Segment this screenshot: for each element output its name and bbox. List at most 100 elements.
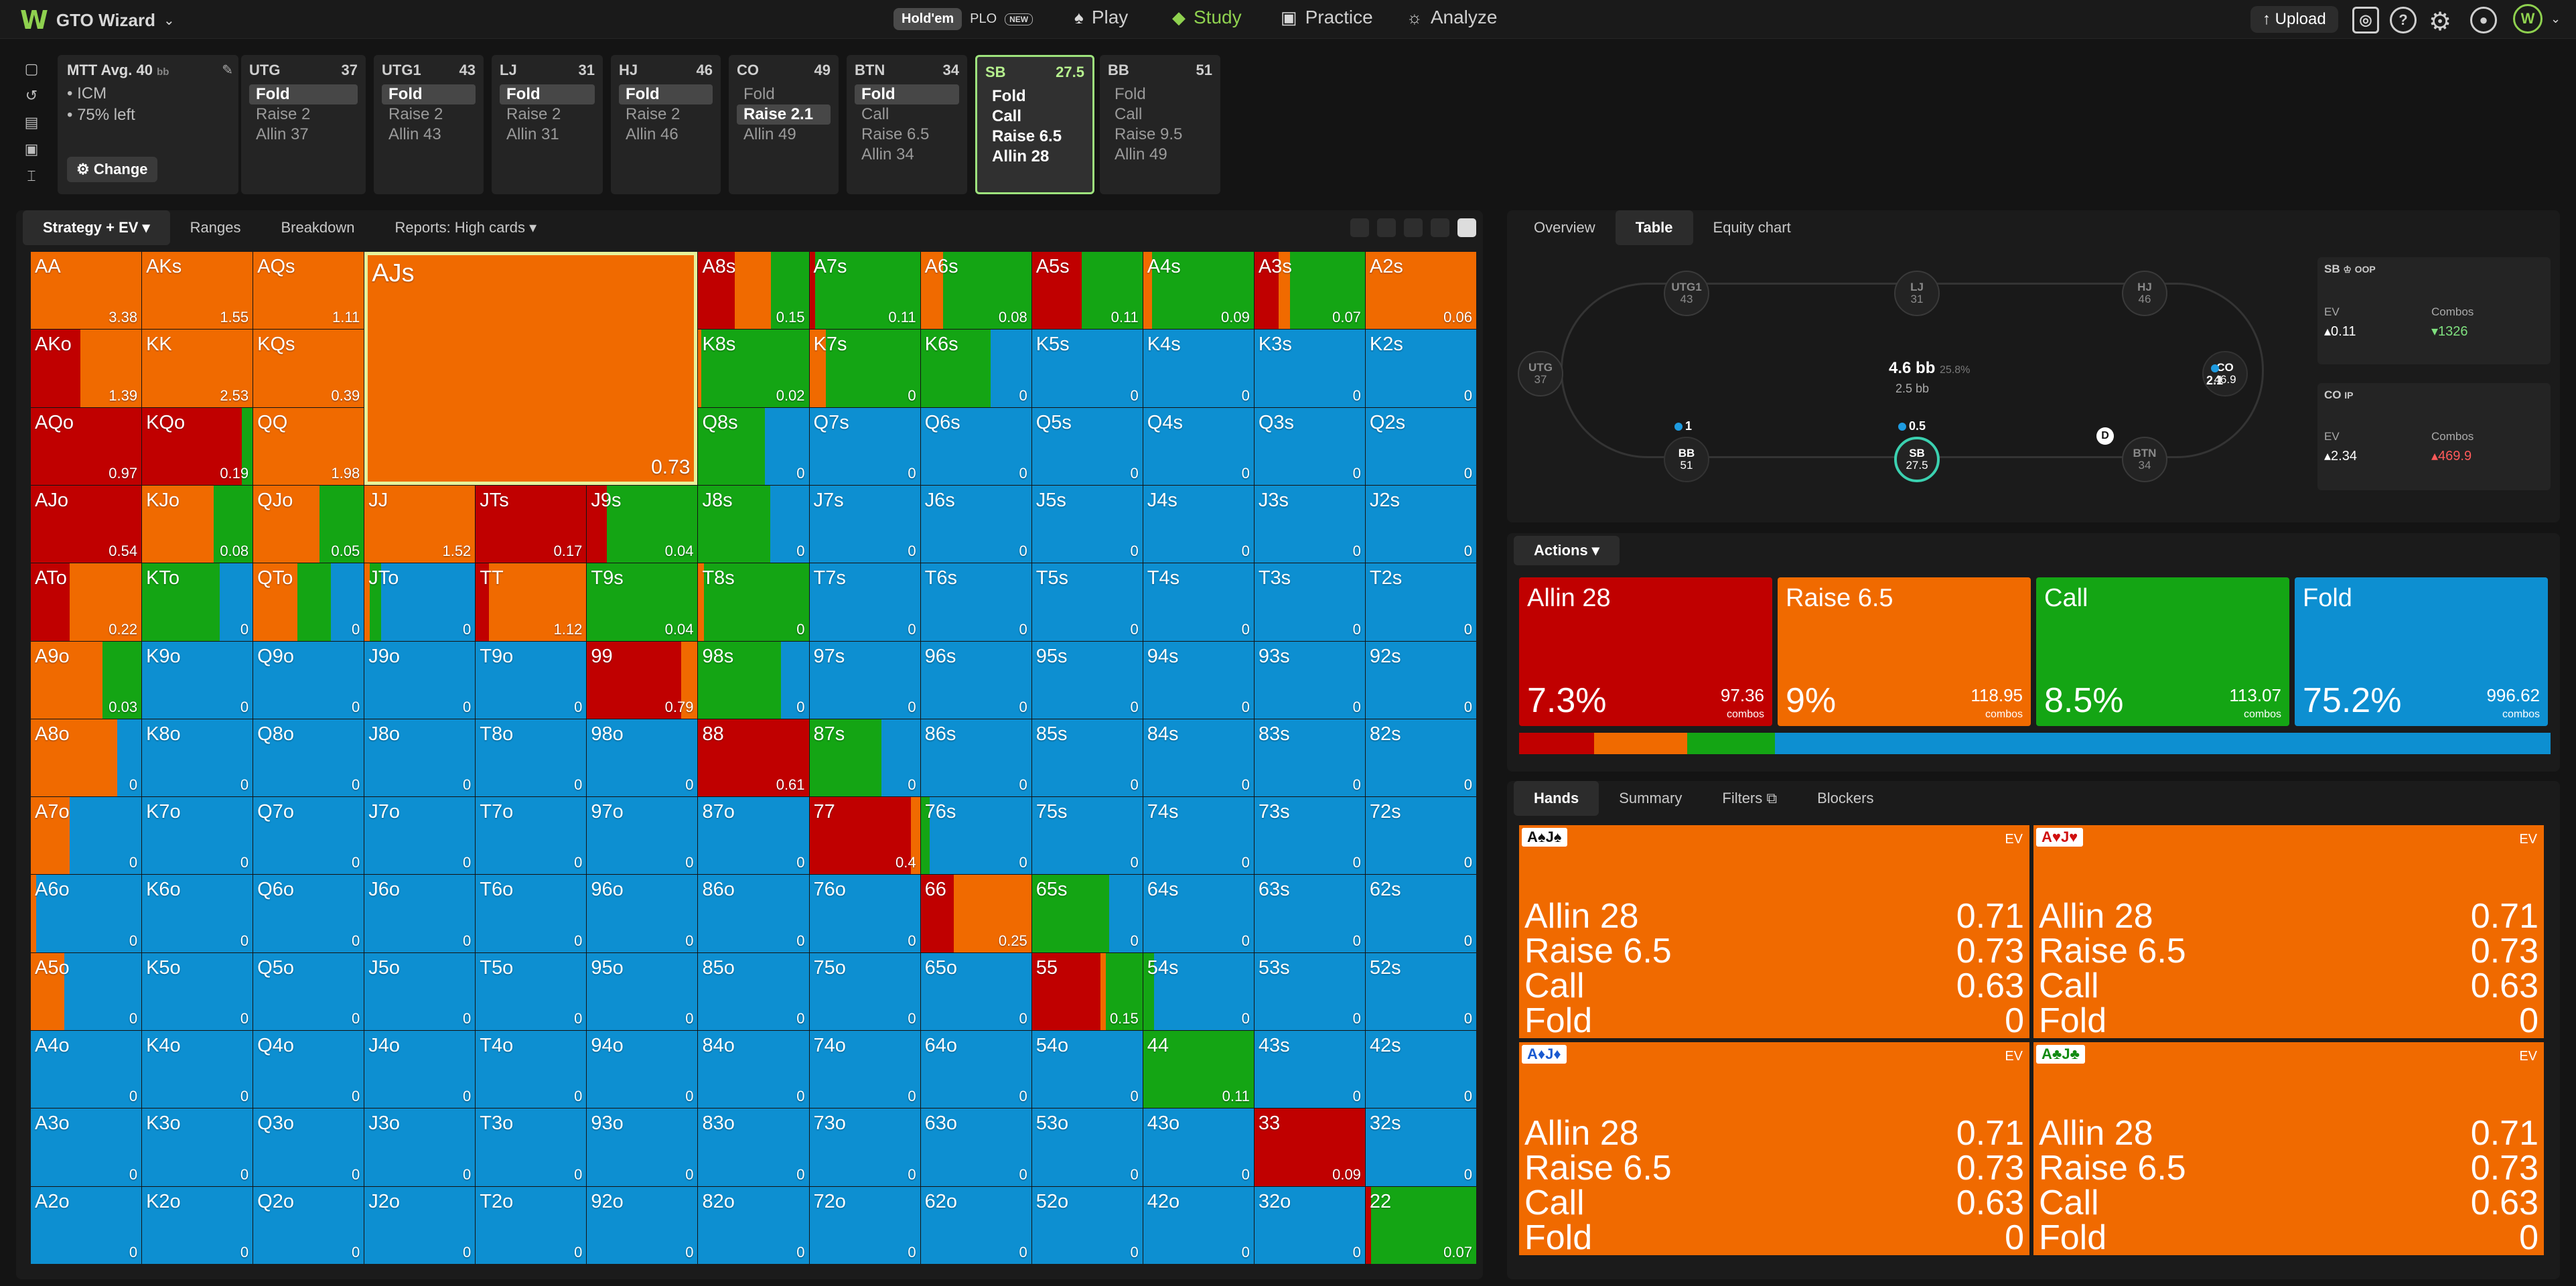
hand-cell-74s[interactable]: 74s 0 [1143, 797, 1254, 875]
hand-cell-a8o[interactable]: A8o 0 [31, 719, 142, 797]
position-action[interactable]: Allin 43 [382, 125, 476, 145]
hand-cell-k6s[interactable]: K6s 0 [920, 330, 1031, 407]
hand-cell-85s[interactable]: 85s 0 [1031, 719, 1143, 797]
hand-cell-k5s[interactable]: K5s 0 [1031, 330, 1143, 407]
hand-cell-66[interactable]: 66 0.25 [920, 875, 1031, 952]
hand-cell-k7s[interactable]: K7s 0 [809, 330, 920, 407]
actions-dropdown[interactable]: Actions ▾ [1514, 536, 1620, 565]
hand-cell-a4s[interactable]: A4s 0.09 [1143, 252, 1254, 330]
hand-combo-card[interactable]: A♠J♠ EV Allin 28 0.71 Raise 6.5 0.73 Call 0.63 F… [1519, 825, 2029, 1038]
position-action[interactable]: Raise 2 [249, 104, 358, 125]
hand-cell-q2o[interactable]: Q2o 0 [253, 1186, 364, 1264]
hand-cell-t9s[interactable]: T9s 0.04 [587, 563, 698, 641]
tab-strategy-ev[interactable]: Strategy + EV ▾ [23, 210, 170, 245]
hand-cell-t7s[interactable]: T7s 0 [809, 563, 920, 641]
hand-cell-t2o[interactable]: T2o 0 [476, 1186, 587, 1264]
position-action[interactable]: Fold [500, 84, 595, 104]
hand-cell-76o[interactable]: 76o 0 [809, 875, 920, 952]
hand-cell-22[interactable]: 22 0.07 [1365, 1186, 1476, 1264]
hand-cell-t2s[interactable]: T2s 0 [1365, 563, 1476, 641]
hand-cell-j9s[interactable]: J9s 0.04 [587, 485, 698, 563]
position-action[interactable]: Call [1108, 104, 1212, 125]
position-card-co[interactable]: CO 49 Fold Raise 2.1 Allin 49 [729, 55, 839, 194]
hand-cell-a2s[interactable]: A2s 0.06 [1365, 252, 1476, 330]
hand-cell-75s[interactable]: 75s 0 [1031, 797, 1143, 875]
hand-cell-94s[interactable]: 94s 0 [1143, 641, 1254, 719]
hand-cell-q9o[interactable]: Q9o 0 [253, 641, 364, 719]
hand-cell-a3o[interactable]: A3o 0 [31, 1109, 142, 1186]
position-action[interactable]: Call [985, 106, 1084, 127]
position-card-utg1[interactable]: UTG1 43 Fold Raise 2 Allin 43 [374, 55, 484, 194]
hand-cell-73o[interactable]: 73o 0 [809, 1109, 920, 1186]
hand-cell-jts[interactable]: JTs 0.17 [476, 485, 587, 563]
hand-cell-t6s[interactable]: T6s 0 [920, 563, 1031, 641]
help-icon[interactable]: ? [2390, 7, 2417, 33]
hand-cell-q5o[interactable]: Q5o 0 [253, 952, 364, 1031]
position-action[interactable]: Raise 2 [382, 104, 476, 125]
hand-cell-72s[interactable]: 72s 0 [1365, 797, 1476, 875]
position-card-lj[interactable]: LJ 31 Fold Raise 2 Allin 31 [492, 55, 603, 194]
hand-cell-q4s[interactable]: Q4s 0 [1143, 407, 1254, 485]
hand-cell-k4o[interactable]: K4o 0 [142, 1031, 253, 1109]
tab-summary[interactable]: Summary [1599, 781, 1702, 816]
hand-cell-99[interactable]: 99 0.79 [587, 641, 698, 719]
hand-cell-95o[interactable]: 95o 0 [587, 952, 698, 1031]
hand-cell-85o[interactable]: 85o 0 [698, 952, 809, 1031]
action-allin-28[interactable]: Allin 28 7.3% 97.36 combos [1519, 577, 1772, 726]
hand-cell-t4s[interactable]: T4s 0 [1143, 563, 1254, 641]
screenshot-icon[interactable]: ◎ [2352, 7, 2379, 33]
hand-cell-64o[interactable]: 64o 0 [920, 1031, 1031, 1109]
hand-cell-ajo[interactable]: AJo 0.54 [31, 485, 142, 563]
hand-cell-j8s[interactable]: J8s 0 [698, 485, 809, 563]
hand-cell-t9o[interactable]: T9o 0 [476, 641, 587, 719]
action-fold[interactable]: Fold 75.2% 996.62 combos [2295, 577, 2548, 726]
position-action[interactable]: Allin 28 [985, 147, 1084, 167]
hand-cell-86s[interactable]: 86s 0 [920, 719, 1031, 797]
hand-cell-83s[interactable]: 83s 0 [1254, 719, 1365, 797]
tab-blockers[interactable]: Blockers [1797, 781, 1893, 816]
position-action[interactable]: Call [855, 104, 959, 125]
position-action[interactable]: Fold [382, 84, 476, 104]
hand-cell-t8s[interactable]: T8s 0 [698, 563, 809, 641]
seat-hj[interactable]: HJ 46 [2122, 271, 2167, 316]
hand-cell-q8o[interactable]: Q8o 0 [253, 719, 364, 797]
hand-cell-qjo[interactable]: QJo 0.05 [253, 485, 364, 563]
tab-reports[interactable]: Reports: High cards ▾ [375, 210, 557, 245]
grid-icon[interactable] [1431, 218, 1449, 237]
hand-cell-k8s[interactable]: K8s 0.02 [698, 330, 809, 407]
position-card-utg[interactable]: UTG 37 Fold Raise 2 Allin 37 [241, 55, 366, 194]
hand-cell-63o[interactable]: 63o 0 [920, 1109, 1031, 1186]
hand-cell-88[interactable]: 88 0.61 [698, 719, 809, 797]
hand-cell-aqs[interactable]: AQs 1.11 [253, 252, 364, 330]
hand-cell-33[interactable]: 33 0.09 [1254, 1109, 1365, 1186]
hand-cell-42o[interactable]: 42o 0 [1143, 1186, 1254, 1264]
hand-cell-k5o[interactable]: K5o 0 [142, 952, 253, 1031]
nav-analyze[interactable]: ☼ Analyze [1407, 7, 1497, 28]
hand-cell-76s[interactable]: 76s 0 [920, 797, 1031, 875]
hand-cell-87s[interactable]: 87s 0 [809, 719, 920, 797]
hand-cell-a4o[interactable]: A4o 0 [31, 1031, 142, 1109]
ruler-icon[interactable]: ⌶ [27, 167, 35, 185]
hand-cell-97s[interactable]: 97s 0 [809, 641, 920, 719]
hand-cell-q4o[interactable]: Q4o 0 [253, 1031, 364, 1109]
hand-cell-j3s[interactable]: J3s 0 [1254, 485, 1365, 563]
position-action[interactable]: Fold [1108, 84, 1212, 104]
action-call[interactable]: Call 8.5% 113.07 combos [2036, 577, 2289, 726]
hand-cell-43o[interactable]: 43o 0 [1143, 1109, 1254, 1186]
position-action[interactable]: Fold [985, 86, 1084, 106]
hand-cell-q2s[interactable]: Q2s 0 [1365, 407, 1476, 485]
hand-cell-t5s[interactable]: T5s 0 [1031, 563, 1143, 641]
hand-cell-q7s[interactable]: Q7s 0 [809, 407, 920, 485]
nav-practice[interactable]: ▣ Practice [1281, 7, 1373, 28]
hand-cell-96s[interactable]: 96s 0 [920, 641, 1031, 719]
position-action[interactable]: Raise 2 [619, 104, 713, 125]
hand-cell-a9o[interactable]: A9o 0.03 [31, 641, 142, 719]
hand-cell-k7o[interactable]: K7o 0 [142, 797, 253, 875]
hand-cell-jj[interactable]: JJ 1.52 [364, 485, 476, 563]
hand-cell-j9o[interactable]: J9o 0 [364, 641, 476, 719]
hand-cell-77[interactable]: 77 0.4 [809, 797, 920, 875]
square-icon[interactable] [1457, 218, 1476, 237]
hand-cell-j5o[interactable]: J5o 0 [364, 952, 476, 1031]
hand-cell-52s[interactable]: 52s 0 [1365, 952, 1476, 1031]
hand-cell-53s[interactable]: 53s 0 [1254, 952, 1365, 1031]
